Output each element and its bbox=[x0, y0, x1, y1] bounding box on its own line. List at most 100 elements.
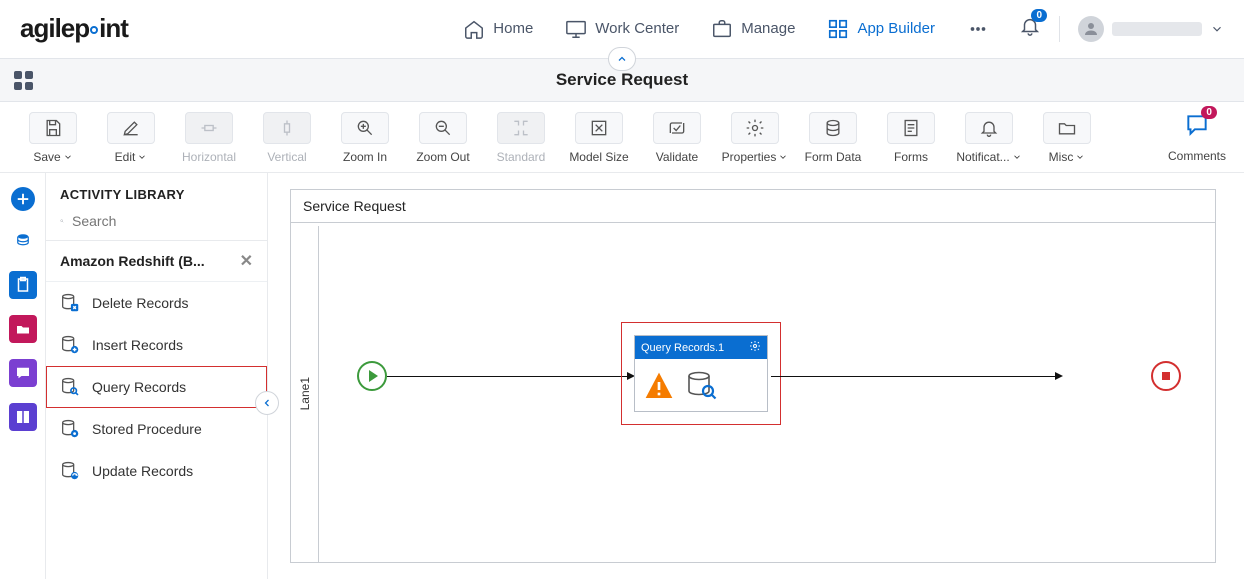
activity-query-records[interactable]: Query Records.1 bbox=[634, 335, 768, 412]
nav-app-builder[interactable]: App Builder bbox=[827, 18, 935, 40]
activity-label: Query Records.1 bbox=[641, 342, 724, 354]
nav-manage[interactable]: Manage bbox=[711, 18, 795, 40]
lib-item-stored-procedure[interactable]: Stored Procedure bbox=[46, 408, 267, 450]
collapse-header-button[interactable] bbox=[608, 47, 636, 71]
properties-button[interactable] bbox=[731, 112, 779, 144]
validate-label: Validate bbox=[656, 150, 698, 164]
folder-icon bbox=[1057, 118, 1077, 138]
form-icon bbox=[901, 118, 921, 138]
model-size-button[interactable] bbox=[575, 112, 623, 144]
notifications-button[interactable] bbox=[965, 112, 1013, 144]
connector-2[interactable] bbox=[771, 376, 1061, 377]
search-input[interactable] bbox=[72, 213, 253, 229]
comments-badge: 0 bbox=[1201, 106, 1217, 119]
form-data-button[interactable] bbox=[809, 112, 857, 144]
category-name: Amazon Redshift (B... bbox=[60, 253, 205, 269]
save-label: Save bbox=[33, 150, 60, 164]
model-size-icon bbox=[589, 118, 609, 138]
horizontal-icon bbox=[199, 118, 219, 138]
avatar bbox=[1078, 16, 1104, 42]
form-data-label: Form Data bbox=[805, 150, 862, 164]
rail-add-button[interactable] bbox=[11, 187, 35, 211]
lib-item-label: Insert Records bbox=[92, 337, 183, 353]
notifications-label: Notificat... bbox=[956, 150, 1009, 164]
rail-grid-icon[interactable] bbox=[9, 403, 37, 431]
comments-label: Comments bbox=[1168, 149, 1226, 163]
activity-highlight: Query Records.1 bbox=[621, 322, 781, 425]
activity-gear-icon[interactable] bbox=[749, 340, 761, 355]
db-insert-icon bbox=[58, 334, 82, 356]
zoom-in-button[interactable] bbox=[341, 112, 389, 144]
save-icon bbox=[43, 118, 63, 138]
library-header: ACTIVITY LIBRARY bbox=[46, 173, 267, 212]
lib-item-label: Stored Procedure bbox=[92, 421, 202, 437]
zoom-out-icon bbox=[433, 118, 453, 138]
horizontal-button bbox=[185, 112, 233, 144]
more-icon bbox=[967, 18, 989, 40]
warning-icon bbox=[641, 370, 677, 407]
rail-clipboard-icon[interactable] bbox=[9, 271, 37, 299]
nav-app-builder-label: App Builder bbox=[857, 20, 935, 37]
lib-item-update-records[interactable]: Update Records bbox=[46, 450, 267, 492]
lib-item-label: Delete Records bbox=[92, 295, 189, 311]
lib-item-delete-records[interactable]: Delete Records bbox=[46, 282, 267, 324]
end-node[interactable] bbox=[1151, 361, 1181, 391]
nav-home[interactable]: Home bbox=[463, 18, 533, 40]
nav-more[interactable] bbox=[967, 18, 989, 40]
search-icon bbox=[60, 212, 64, 230]
standard-label: Standard bbox=[497, 150, 546, 164]
arrow-2 bbox=[1055, 372, 1063, 380]
apps-icon bbox=[827, 18, 849, 40]
comments-button[interactable]: 0 Comments bbox=[1168, 112, 1226, 163]
db-delete-icon bbox=[58, 292, 82, 314]
home-icon bbox=[463, 18, 485, 40]
save-button[interactable] bbox=[29, 112, 77, 144]
nav-home-label: Home bbox=[493, 20, 533, 37]
misc-button[interactable] bbox=[1043, 112, 1091, 144]
zoom-in-label: Zoom In bbox=[343, 150, 387, 164]
lib-item-label: Update Records bbox=[92, 463, 193, 479]
vertical-icon bbox=[277, 118, 297, 138]
zoom-out-label: Zoom Out bbox=[416, 150, 469, 164]
forms-label: Forms bbox=[894, 150, 928, 164]
start-node[interactable] bbox=[357, 361, 387, 391]
nav-work-center[interactable]: Work Center bbox=[565, 18, 679, 40]
standard-icon bbox=[511, 118, 531, 138]
chevron-down-icon bbox=[1210, 22, 1224, 36]
briefcase-icon bbox=[711, 18, 733, 40]
validate-button[interactable] bbox=[653, 112, 701, 144]
forms-button[interactable] bbox=[887, 112, 935, 144]
lib-item-query-records[interactable]: Query Records bbox=[46, 366, 267, 408]
close-icon[interactable]: ✕ bbox=[240, 251, 253, 271]
collapse-panel-button[interactable] bbox=[255, 391, 279, 415]
gear-icon bbox=[745, 118, 765, 138]
monitor-icon bbox=[565, 18, 587, 40]
rail-chat-icon[interactable] bbox=[9, 359, 37, 387]
process-canvas[interactable]: Service Request Lane1 Query Records.1 bbox=[290, 189, 1216, 563]
process-title: Service Request bbox=[291, 190, 1215, 223]
username bbox=[1112, 22, 1202, 36]
rail-database-icon[interactable] bbox=[9, 227, 37, 255]
rail-folder-icon[interactable] bbox=[9, 315, 37, 343]
edit-label: Edit bbox=[115, 150, 136, 164]
lib-item-insert-records[interactable]: Insert Records bbox=[46, 324, 267, 366]
notifications-bell[interactable]: 0 bbox=[1019, 15, 1041, 42]
db-update-icon bbox=[58, 460, 82, 482]
lane[interactable]: Lane1 bbox=[291, 226, 319, 562]
db-query-icon bbox=[58, 376, 82, 398]
nav-manage-label: Manage bbox=[741, 20, 795, 37]
edit-icon bbox=[121, 118, 141, 138]
vertical-label: Vertical bbox=[267, 150, 306, 164]
user-menu[interactable] bbox=[1078, 16, 1224, 42]
properties-label: Properties bbox=[722, 150, 777, 164]
grip-icon[interactable] bbox=[14, 71, 33, 90]
database-icon bbox=[823, 118, 843, 138]
edit-button[interactable] bbox=[107, 112, 155, 144]
standard-button bbox=[497, 112, 545, 144]
zoom-out-button[interactable] bbox=[419, 112, 467, 144]
connector-1[interactable] bbox=[387, 376, 633, 377]
activity-body-icon bbox=[683, 369, 719, 401]
model-size-label: Model Size bbox=[569, 150, 628, 164]
validate-icon bbox=[667, 118, 687, 138]
vertical-button bbox=[263, 112, 311, 144]
